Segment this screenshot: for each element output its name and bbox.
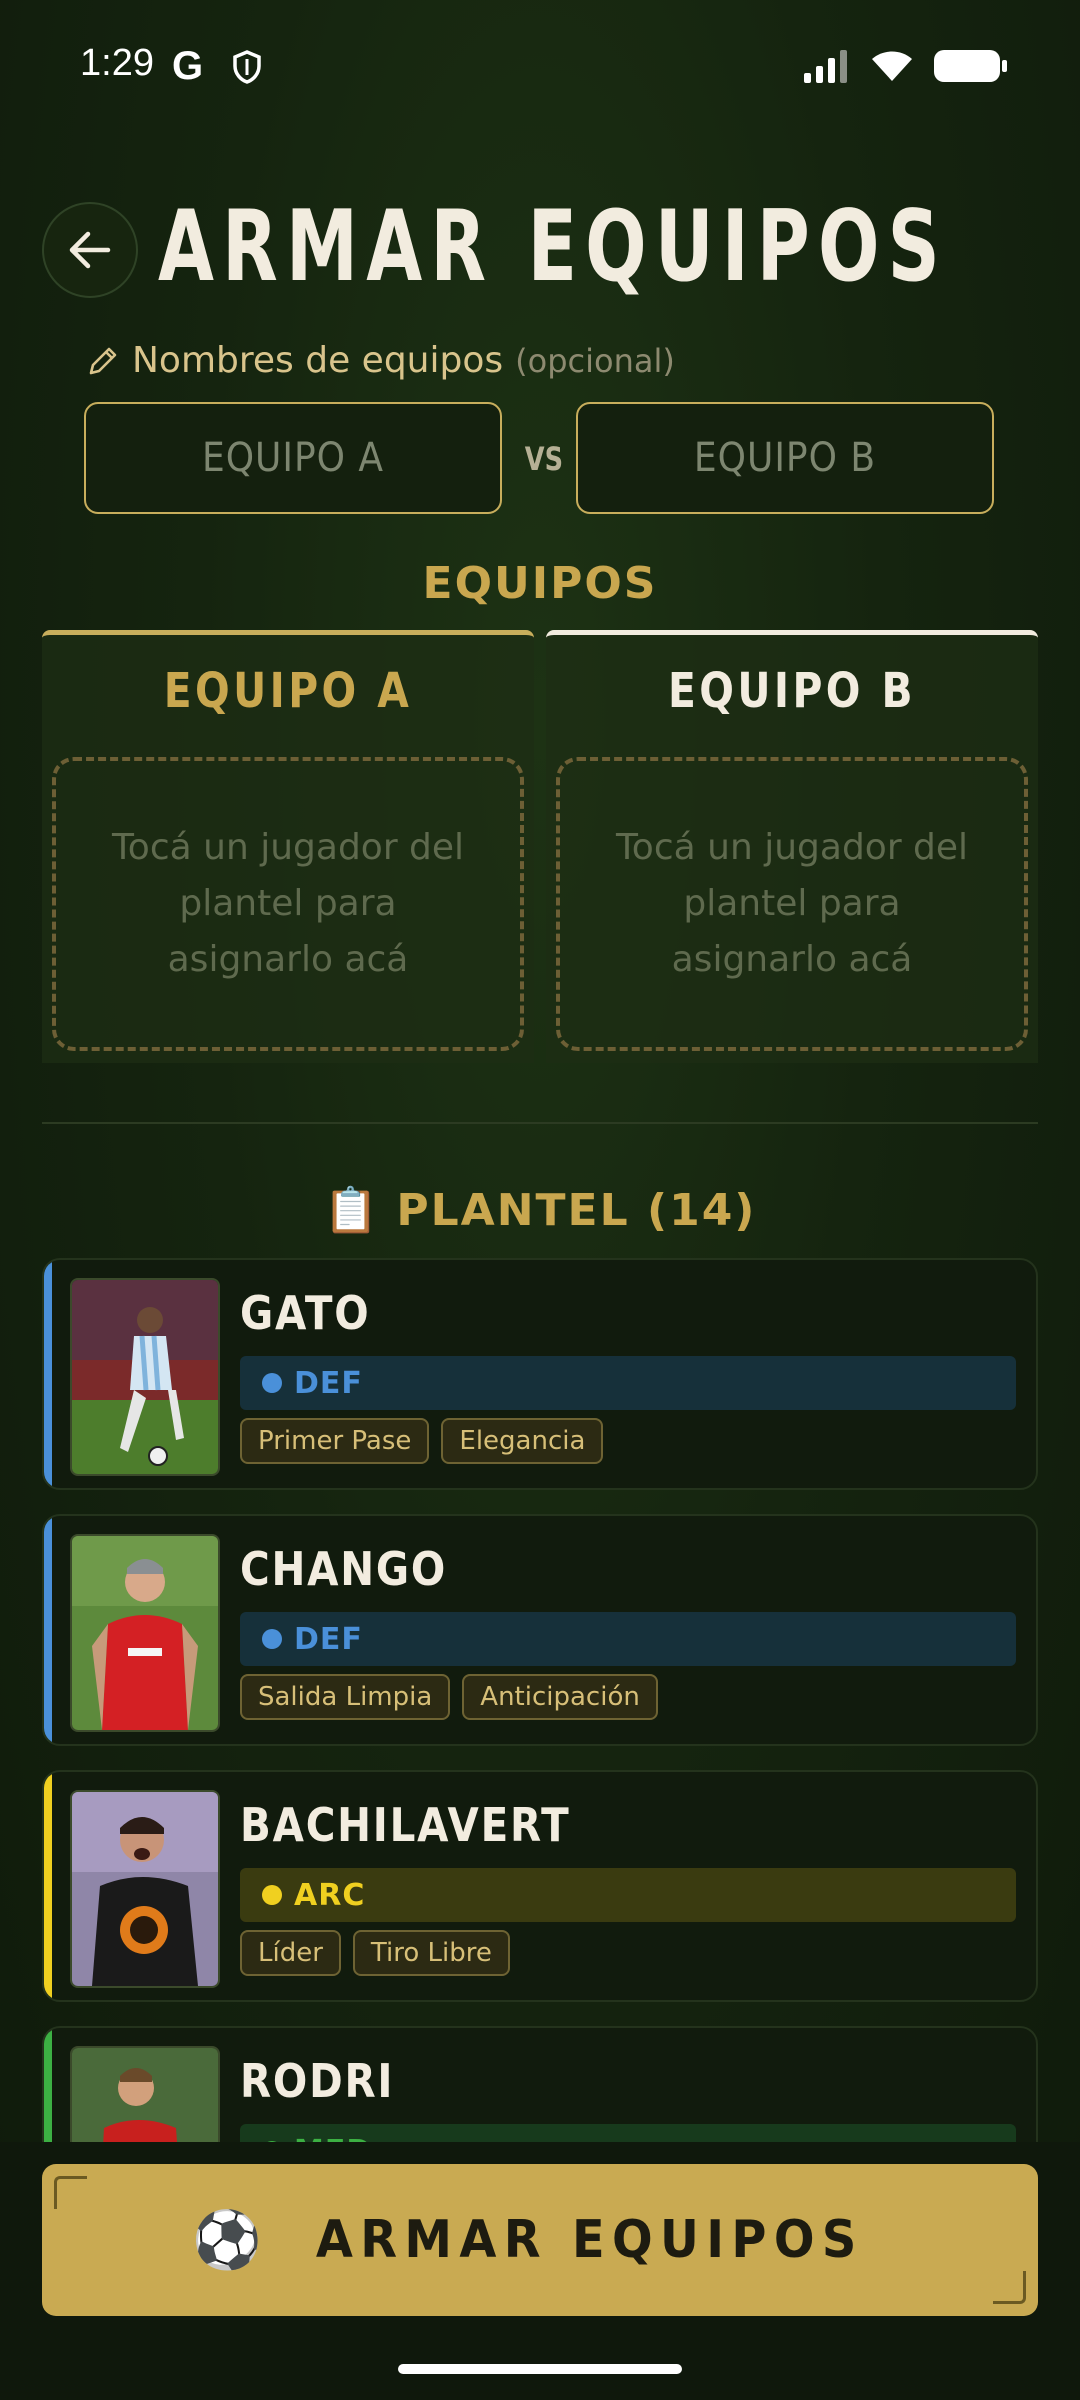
- signal-icon: [804, 49, 850, 87]
- trait-tag: Elegancia: [441, 1418, 604, 1464]
- shield-icon: [232, 50, 262, 88]
- position-label: MED: [294, 2134, 372, 2143]
- pencil-icon: [89, 347, 117, 374]
- player-photo: [70, 2046, 220, 2142]
- player-list[interactable]: GATO DEF Primer Pase Elegancia CHANGO DE…: [42, 1258, 1038, 2142]
- optional-label: (opcional): [515, 341, 675, 380]
- team-names-label: Nombres de equipos (opcional): [86, 340, 675, 381]
- position-badge: DEF: [240, 1612, 1016, 1666]
- clipboard-icon: 📋: [323, 1185, 381, 1236]
- player-tags: Primer Pase Elegancia: [240, 1418, 604, 1464]
- soccer-ball-icon: ⚽: [192, 2208, 263, 2273]
- player-name: GATO: [240, 1286, 371, 1340]
- player-card[interactable]: BACHILAVERT ARC Líder Tiro Libre: [42, 1770, 1038, 2002]
- armar-equipos-button[interactable]: ⚽ ARMAR EQUIPOS: [42, 2164, 1038, 2316]
- position-label: DEF: [294, 1365, 363, 1401]
- player-name: BACHILAVERT: [240, 1798, 571, 1852]
- back-button[interactable]: [42, 202, 138, 298]
- plantel-title: PLANTEL (14): [396, 1184, 757, 1236]
- team-b-card[interactable]: EQUIPO B Tocá un jugador del plantel par…: [546, 630, 1038, 1063]
- teams-panel: EQUIPO A Tocá un jugador del plantel par…: [42, 630, 1038, 1063]
- team-a-drop-zone[interactable]: Tocá un jugador del plantel para asignar…: [52, 757, 524, 1051]
- home-indicator[interactable]: [398, 2364, 682, 2374]
- team-a-name-input[interactable]: [84, 402, 502, 514]
- position-dot: [262, 1885, 282, 1905]
- player-name: CHANGO: [240, 1542, 447, 1596]
- corner-decoration: [54, 2176, 87, 2209]
- team-b-title: EQUIPO B: [668, 663, 916, 719]
- status-time: 1:29: [80, 42, 154, 84]
- vs-label: VS: [524, 440, 564, 478]
- player-card[interactable]: GATO DEF Primer Pase Elegancia: [42, 1258, 1038, 1490]
- team-names-label-text: Nombres de equipos: [132, 340, 504, 381]
- player-photo: [70, 1278, 220, 1476]
- google-icon: G: [172, 44, 204, 88]
- player-photo: [70, 1534, 220, 1732]
- player-tags: Líder Tiro Libre: [240, 1930, 510, 1976]
- divider: [42, 1122, 1038, 1124]
- position-stripe: [44, 1772, 52, 2000]
- arrow-left-icon: [69, 231, 111, 269]
- position-stripe: [44, 1260, 52, 1488]
- team-b-name-input[interactable]: [576, 402, 994, 514]
- teams-heading: EQUIPOS: [422, 558, 658, 609]
- armar-equipos-label: ARMAR EQUIPOS: [315, 2210, 864, 2270]
- page-title: ARMAR EQUIPOS: [158, 190, 948, 304]
- position-stripe: [44, 1516, 52, 1744]
- status-bar: 1:29 G: [0, 0, 1080, 135]
- team-a-card[interactable]: EQUIPO A Tocá un jugador del plantel par…: [42, 630, 534, 1063]
- position-dot: [262, 1373, 282, 1393]
- team-b-drop-zone[interactable]: Tocá un jugador del plantel para asignar…: [556, 757, 1028, 1051]
- plantel-heading: 📋 PLANTEL (14): [0, 1184, 1080, 1237]
- team-a-title: EQUIPO A: [163, 663, 413, 719]
- trait-tag: Líder: [240, 1930, 341, 1976]
- status-icons: [804, 48, 1008, 88]
- battery-icon: [934, 48, 1008, 88]
- position-label: DEF: [294, 1621, 363, 1657]
- player-tags: Salida Limpia Anticipación: [240, 1674, 658, 1720]
- position-badge: ARC: [240, 1868, 1016, 1922]
- player-card[interactable]: RODRI MED: [42, 2026, 1038, 2142]
- player-photo: [70, 1790, 220, 1988]
- wifi-icon: [870, 49, 914, 87]
- player-name: RODRI: [240, 2054, 395, 2108]
- trait-tag: Primer Pase: [240, 1418, 430, 1464]
- position-dot: [262, 1629, 282, 1649]
- position-stripe: [44, 2028, 52, 2142]
- player-card[interactable]: CHANGO DEF Salida Limpia Anticipación: [42, 1514, 1038, 1746]
- position-badge: MED: [240, 2124, 1016, 2142]
- trait-tag: Tiro Libre: [352, 1930, 510, 1976]
- trait-tag: Salida Limpia: [240, 1674, 451, 1720]
- position-label: ARC: [294, 1877, 366, 1913]
- corner-decoration: [993, 2271, 1026, 2304]
- trait-tag: Anticipación: [462, 1674, 658, 1720]
- position-badge: DEF: [240, 1356, 1016, 1410]
